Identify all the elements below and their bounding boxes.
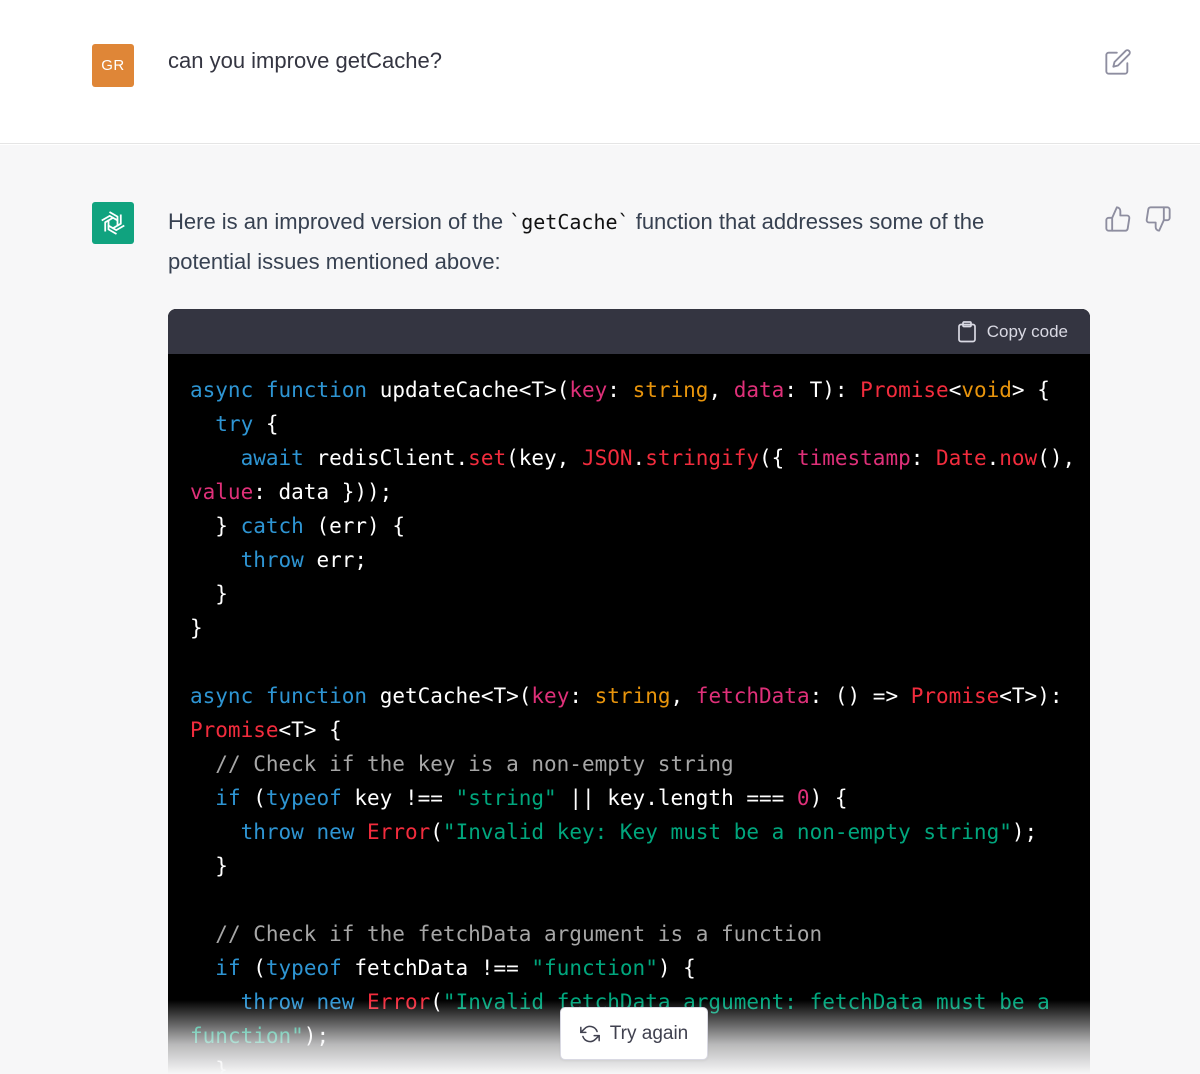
user-message-text: can you improve getCache?	[168, 48, 442, 73]
refresh-icon	[579, 1025, 600, 1042]
try-again-button[interactable]: Try again	[560, 1007, 708, 1060]
assistant-intro-before: Here is an improved version of the	[168, 209, 510, 234]
openai-logo-icon	[101, 211, 125, 235]
code-content: async function updateCache<T>(key: strin…	[190, 378, 1076, 1074]
copy-code-label: Copy code	[986, 322, 1068, 341]
assistant-avatar	[92, 202, 134, 244]
try-again-label: Try again	[609, 1022, 689, 1044]
thumbs-down-button[interactable]	[1144, 205, 1172, 233]
edit-message-button[interactable]	[1104, 48, 1132, 76]
assistant-message-row: Here is an improved version of the `getC…	[0, 145, 1200, 1074]
user-message-row: GR can you improve getCache?	[0, 0, 1200, 144]
edit-icon	[1105, 49, 1131, 75]
thumbs-up-button[interactable]	[1104, 205, 1132, 233]
clipboard-icon	[957, 321, 976, 343]
assistant-message-text: Here is an improved version of the `getC…	[168, 202, 1068, 282]
code-block-header: Copy code	[168, 309, 1090, 354]
user-avatar: GR	[92, 44, 134, 87]
copy-code-button[interactable]: Copy code	[957, 319, 1068, 345]
thumbs-up-icon	[1105, 206, 1131, 232]
thumbs-down-icon	[1145, 206, 1171, 232]
inline-code: `getCache`	[509, 210, 630, 234]
code-block: Copy code async function updateCache<T>(…	[168, 309, 1090, 1074]
